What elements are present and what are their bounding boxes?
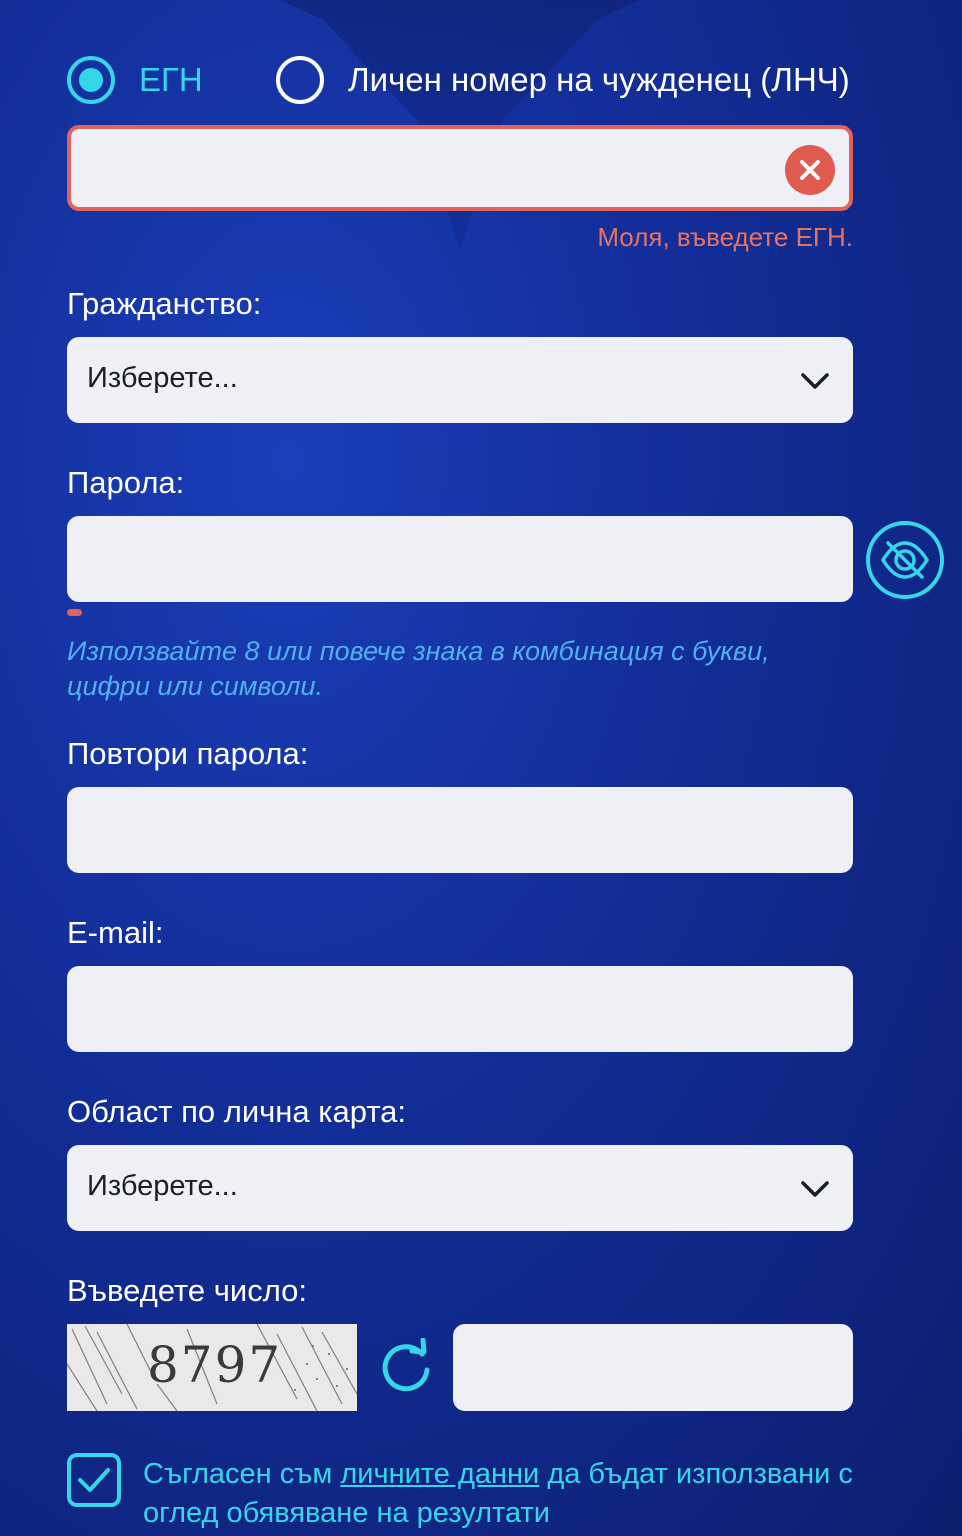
- consent-text-before: Съгласен съм: [143, 1458, 341, 1490]
- password-strength-indicator: [67, 609, 82, 616]
- captcha-label: Въведете число:: [67, 1273, 307, 1308]
- captcha-input[interactable]: [453, 1324, 853, 1411]
- clear-input-button[interactable]: [785, 145, 835, 195]
- chevron-down-icon: [801, 1181, 829, 1197]
- eye-slash-icon: [881, 541, 929, 579]
- repeat-password-input[interactable]: [67, 787, 853, 873]
- password-input[interactable]: [67, 516, 853, 602]
- citizenship-select[interactable]: Изберете...: [67, 337, 853, 423]
- password-label: Парола:: [67, 465, 185, 500]
- citizenship-selected-value: Изберете...: [87, 362, 238, 394]
- citizenship-label: Гражданство:: [67, 286, 262, 321]
- radio-egn-label: ЕГН: [139, 61, 203, 98]
- id-number-input[interactable]: [67, 125, 853, 211]
- consent-text: Съгласен съм личните данни да бъдат изпо…: [143, 1455, 923, 1533]
- captcha-number: 8797: [147, 1336, 283, 1394]
- radio-unselected-indicator: [276, 56, 324, 104]
- email-input[interactable]: [67, 966, 853, 1052]
- consent-checkbox[interactable]: [67, 1453, 121, 1507]
- captcha-image: 8797: [67, 1324, 357, 1411]
- checkmark-icon: [78, 1468, 110, 1492]
- password-hint: Използвайте 8 или повече знака в комбина…: [67, 636, 770, 701]
- id-error-message: Моля, въведете ЕГН.: [597, 222, 853, 252]
- personal-data-link[interactable]: личните данни: [340, 1458, 539, 1490]
- radio-lnch-label: Личен номер на чужденец (ЛНЧ): [348, 61, 850, 98]
- toggle-password-visibility-button[interactable]: [866, 521, 944, 599]
- refresh-icon: [382, 1337, 430, 1392]
- close-icon: [800, 160, 820, 180]
- chevron-down-icon: [801, 373, 829, 389]
- radio-egn[interactable]: ЕГН: [67, 56, 203, 104]
- radio-selected-indicator: [67, 56, 115, 104]
- region-select[interactable]: Изберете...: [67, 1145, 853, 1231]
- region-selected-value: Изберете...: [87, 1170, 238, 1202]
- region-label: Област по лична карта:: [67, 1094, 407, 1129]
- repeat-password-label: Повтори парола:: [67, 736, 309, 771]
- refresh-captcha-button[interactable]: [376, 1337, 436, 1398]
- email-label: E-mail:: [67, 915, 164, 950]
- radio-lnch[interactable]: Личен номер на чужденец (ЛНЧ): [276, 56, 850, 104]
